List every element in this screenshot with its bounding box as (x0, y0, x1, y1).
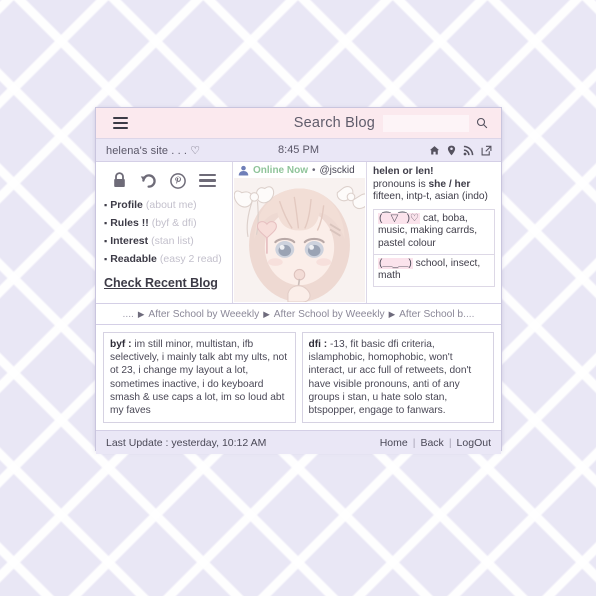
sidebar-item-label: Rules !! (110, 217, 149, 229)
sidebar-item-label: Readable (110, 253, 157, 265)
dfi-box: dfi : -13, fit basic dfi criteria, islam… (301, 332, 494, 424)
chevron-right-icon: ▶ (388, 308, 396, 319)
avatar (234, 178, 365, 302)
avatar-column: Online Now • @jsckid (233, 162, 367, 303)
byf-title: byf : (110, 339, 132, 350)
online-status-row: Online Now • @jsckid (233, 162, 366, 178)
breadcrumb-lead-dots: .... (122, 308, 134, 320)
sidebar-item-label: Interest (110, 235, 149, 247)
blog-window: Search Blog helena's site . . . ♡ 8:45 P… (95, 107, 502, 455)
sidebar-item-rules[interactable]: ▪ Rules !! (byf & dfi) (104, 214, 232, 232)
status-separator: • (312, 165, 316, 176)
breadcrumb-item[interactable]: After School by Weeekly (274, 309, 385, 320)
lock-icon[interactable] (112, 172, 127, 189)
search-input[interactable] (383, 114, 469, 132)
sidebar: ▪ Profile (about me) ▪ Rules !! (byf & dfi) … (96, 162, 233, 303)
chevron-right-icon: ▶ (137, 308, 145, 319)
search-icon[interactable] (469, 117, 495, 129)
footer-separator: | (448, 436, 452, 449)
bullet-icon: ▪ (104, 200, 108, 210)
user-icon (238, 165, 249, 176)
bullet-icon: ▪ (104, 236, 108, 246)
dfi-title: dfi : (308, 339, 328, 350)
rules-section: byf : im still minor, multistan, ifb sel… (96, 325, 501, 431)
chevron-right-icon: ▶ (263, 308, 270, 319)
undo-arrow-icon[interactable] (140, 172, 157, 189)
sidebar-item-sublabel: (stan list) (151, 235, 194, 247)
bullet-icon: ▪ (104, 218, 108, 228)
footer-bar: Last Update : yesterday, 10:12 AM Home |… (96, 430, 501, 455)
profile-pronouns-line: pronouns is she / her (373, 179, 495, 192)
sidebar-icon-row (96, 170, 232, 196)
logout-link[interactable]: LogOut (457, 437, 491, 449)
sidebar-item-profile[interactable]: ▪ Profile (about me) (104, 196, 232, 214)
footer-separator: | (412, 436, 416, 449)
likes-emoticon: (⁀▽⁀)♡ (378, 212, 421, 224)
search-label: Search Blog (293, 115, 375, 131)
breadcrumb: .... ▶ After School by Weeekly ▶ After S… (96, 304, 501, 325)
byf-text: im still minor, multistan, ifb selective… (110, 339, 288, 417)
rss-icon[interactable] (463, 145, 474, 156)
top-search-bar: Search Blog (96, 108, 501, 139)
pinterest-icon[interactable] (170, 172, 186, 189)
search-area: Search Blog (136, 114, 501, 132)
site-icon-group (429, 145, 501, 156)
main-content: ▪ Profile (about me) ▪ Rules !! (byf & dfi) … (96, 162, 501, 304)
breadcrumb-item[interactable]: After School b (399, 309, 463, 320)
sidebar-item-label: Profile (110, 199, 143, 211)
dislikes-box: (＿_＿) school, insect, math (373, 254, 495, 287)
location-pin-icon[interactable] (447, 145, 456, 156)
bullet-icon: ▪ (104, 254, 108, 264)
hamburger-icon[interactable] (104, 117, 136, 129)
hamburger-icon[interactable] (198, 173, 216, 188)
pronouns-prefix: pronouns is (373, 178, 429, 190)
external-link-icon[interactable] (481, 145, 492, 156)
back-link[interactable]: Back (420, 437, 443, 449)
profile-details: fifteen, intp-t, asian (indo) (373, 191, 488, 203)
check-recent-blog-link[interactable]: Check Recent Blog (104, 276, 232, 290)
likes-box: (⁀▽⁀)♡ cat, boba, music, making carrds, … (373, 208, 495, 255)
home-icon[interactable] (429, 145, 440, 156)
sidebar-item-readable[interactable]: ▪ Readable (easy 2 read) (104, 250, 232, 268)
user-handle: @jsckid (319, 165, 355, 176)
pronouns-value: she / her (428, 178, 471, 190)
sidebar-item-interest[interactable]: ▪ Interest (stan list) (104, 232, 232, 250)
site-status-bar: helena's site . . . ♡ 8:45 PM (96, 139, 501, 162)
byf-box: byf : im still minor, multistan, ifb sel… (103, 332, 296, 424)
profile-name: helen or len! (373, 166, 434, 177)
profile-info: helen or len! pronouns is she / her fift… (367, 162, 501, 303)
sidebar-item-sublabel: (about me) (145, 199, 197, 211)
sidebar-menu: ▪ Profile (about me) ▪ Rules !! (byf & dfi) … (96, 196, 232, 268)
footer-links: Home | Back | LogOut (380, 437, 491, 449)
dislikes-emoticon: (＿_＿) (378, 257, 413, 269)
dfi-text: -13, fit basic dfi criteria, islamphobic… (308, 339, 472, 417)
last-update-label: Last Update : yesterday, 10:12 AM (106, 436, 267, 449)
online-status-label: Online Now (253, 165, 308, 176)
home-link[interactable]: Home (380, 437, 408, 449)
sidebar-item-sublabel: (easy 2 read) (159, 253, 222, 265)
site-name: helena's site . . . ♡ (106, 144, 201, 157)
sidebar-item-sublabel: (byf & dfi) (151, 217, 197, 229)
breadcrumb-trail-dots: .... (463, 308, 475, 320)
breadcrumb-item[interactable]: After School by Weeekly (148, 309, 259, 320)
